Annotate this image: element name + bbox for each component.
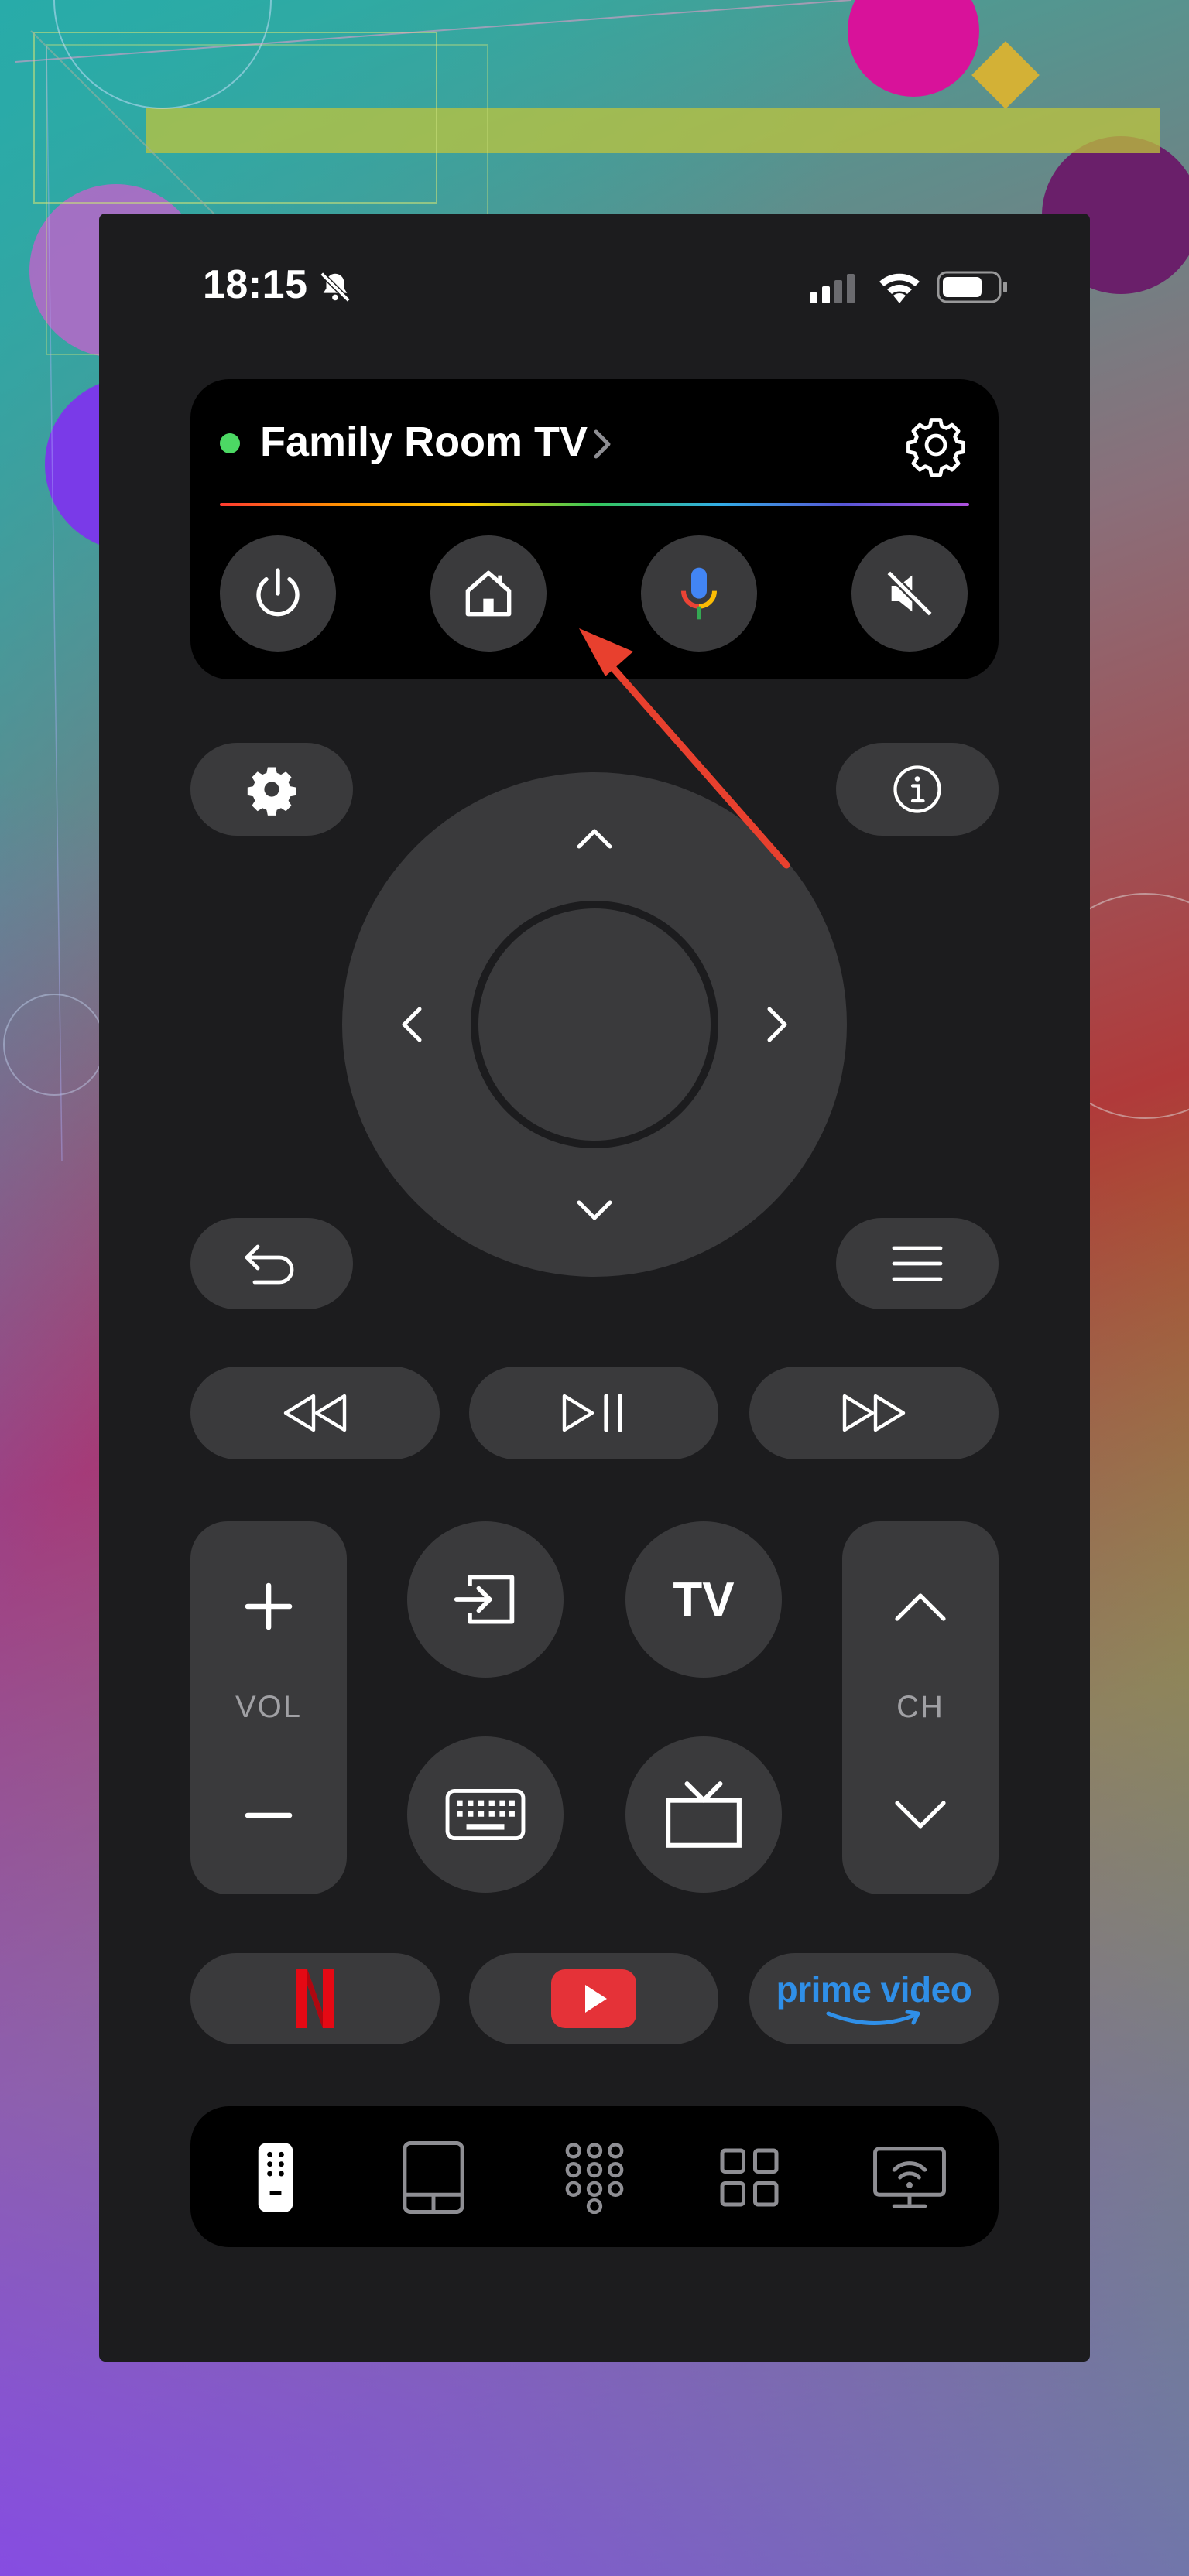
battery-icon [937,271,1007,303]
volume-down-button[interactable] [230,1777,307,1854]
menu-button[interactable] [836,1218,999,1309]
touchpad-tab-icon [403,2141,464,2214]
minus-icon [245,1812,293,1818]
prime-video-button[interactable]: prime video [749,1953,999,2044]
bottom-tab-bar [190,2106,999,2247]
input-button[interactable] [407,1521,564,1678]
netflix-button[interactable] [190,1953,440,2044]
home-icon [465,570,512,617]
back-icon [245,1244,294,1285]
volume-label: VOL [235,1690,303,1724]
volume-rocker: VOL [190,1521,347,1894]
channel-up-button[interactable] [882,1568,959,1645]
mute-button[interactable] [851,535,968,652]
youtube-logo [551,1969,636,2028]
cellular-signal-icon [810,274,855,303]
plus-icon [245,1582,293,1630]
fast-forward-icon [842,1394,906,1432]
dpad-left-button[interactable] [381,994,443,1055]
youtube-button[interactable] [469,1953,718,2044]
keyboard-icon [445,1788,526,1841]
prime-smile-icon [826,2010,920,2025]
rewind-button[interactable] [190,1367,440,1459]
microphone-icon [681,567,717,620]
chevron-right-icon[interactable] [591,427,613,461]
chevron-up-icon [895,1593,946,1621]
remote-tab-icon [258,2143,293,2212]
dpad-right-button[interactable] [746,994,808,1055]
info-icon [893,765,941,813]
connection-status-dot [220,433,240,453]
live-tv-button[interactable] [625,1736,782,1893]
back-button[interactable] [190,1218,353,1309]
rewind-icon [283,1394,347,1432]
apps-tab-icon [720,2148,779,2207]
dpad-ok-button[interactable] [471,901,718,1148]
voice-search-button[interactable] [641,535,757,652]
tab-apps[interactable] [712,2140,786,2215]
input-icon [454,1575,515,1624]
chevron-left-icon [402,1007,422,1042]
silent-bell-icon [320,272,351,303]
device-name[interactable]: Family Room TV [260,418,588,466]
device-card: Family Room TV [190,379,999,679]
info-button[interactable] [836,743,999,836]
chevron-down-icon [577,1200,612,1220]
channel-label: CH [896,1690,944,1724]
live-tv-icon [666,1781,742,1848]
gear-icon [247,767,296,816]
play-pause-icon [562,1394,622,1432]
device-settings-gear-icon[interactable] [904,413,968,477]
rainbow-divider [220,503,969,506]
channel-rocker: CH [842,1521,999,1894]
tab-numpad[interactable] [557,2140,632,2215]
tab-remote[interactable] [238,2140,313,2215]
cast-tab-icon [873,2147,946,2208]
numpad-tab-icon [565,2143,624,2214]
status-time: 18:15 [203,262,308,307]
fast-forward-button[interactable] [749,1367,999,1459]
power-button[interactable] [220,535,336,652]
keyboard-button[interactable] [407,1736,564,1893]
tab-touchpad[interactable] [396,2140,471,2215]
dpad-down-button[interactable] [564,1179,625,1241]
tab-cast[interactable] [867,2140,952,2215]
dpad-up-button[interactable] [564,808,625,870]
netflix-logo [296,1969,334,2028]
volume-up-button[interactable] [230,1568,307,1645]
tv-label: TV [673,1572,735,1627]
home-button[interactable] [430,535,547,652]
prime-video-logo-text: prime video [776,1969,972,2010]
chevron-up-icon [577,829,612,849]
settings-button[interactable] [190,743,353,836]
wifi-icon [879,273,920,303]
remote-app-screen: 18:15 Family Room TV VOL TV CH prime vid… [99,214,1090,2362]
play-pause-button[interactable] [469,1367,718,1459]
power-icon [256,568,300,617]
tv-button[interactable]: TV [625,1521,782,1678]
channel-down-button[interactable] [882,1777,959,1854]
menu-icon [892,1246,943,1281]
chevron-down-icon [895,1801,946,1829]
mute-icon [886,570,934,617]
dpad [342,772,847,1277]
chevron-right-icon [767,1007,787,1042]
